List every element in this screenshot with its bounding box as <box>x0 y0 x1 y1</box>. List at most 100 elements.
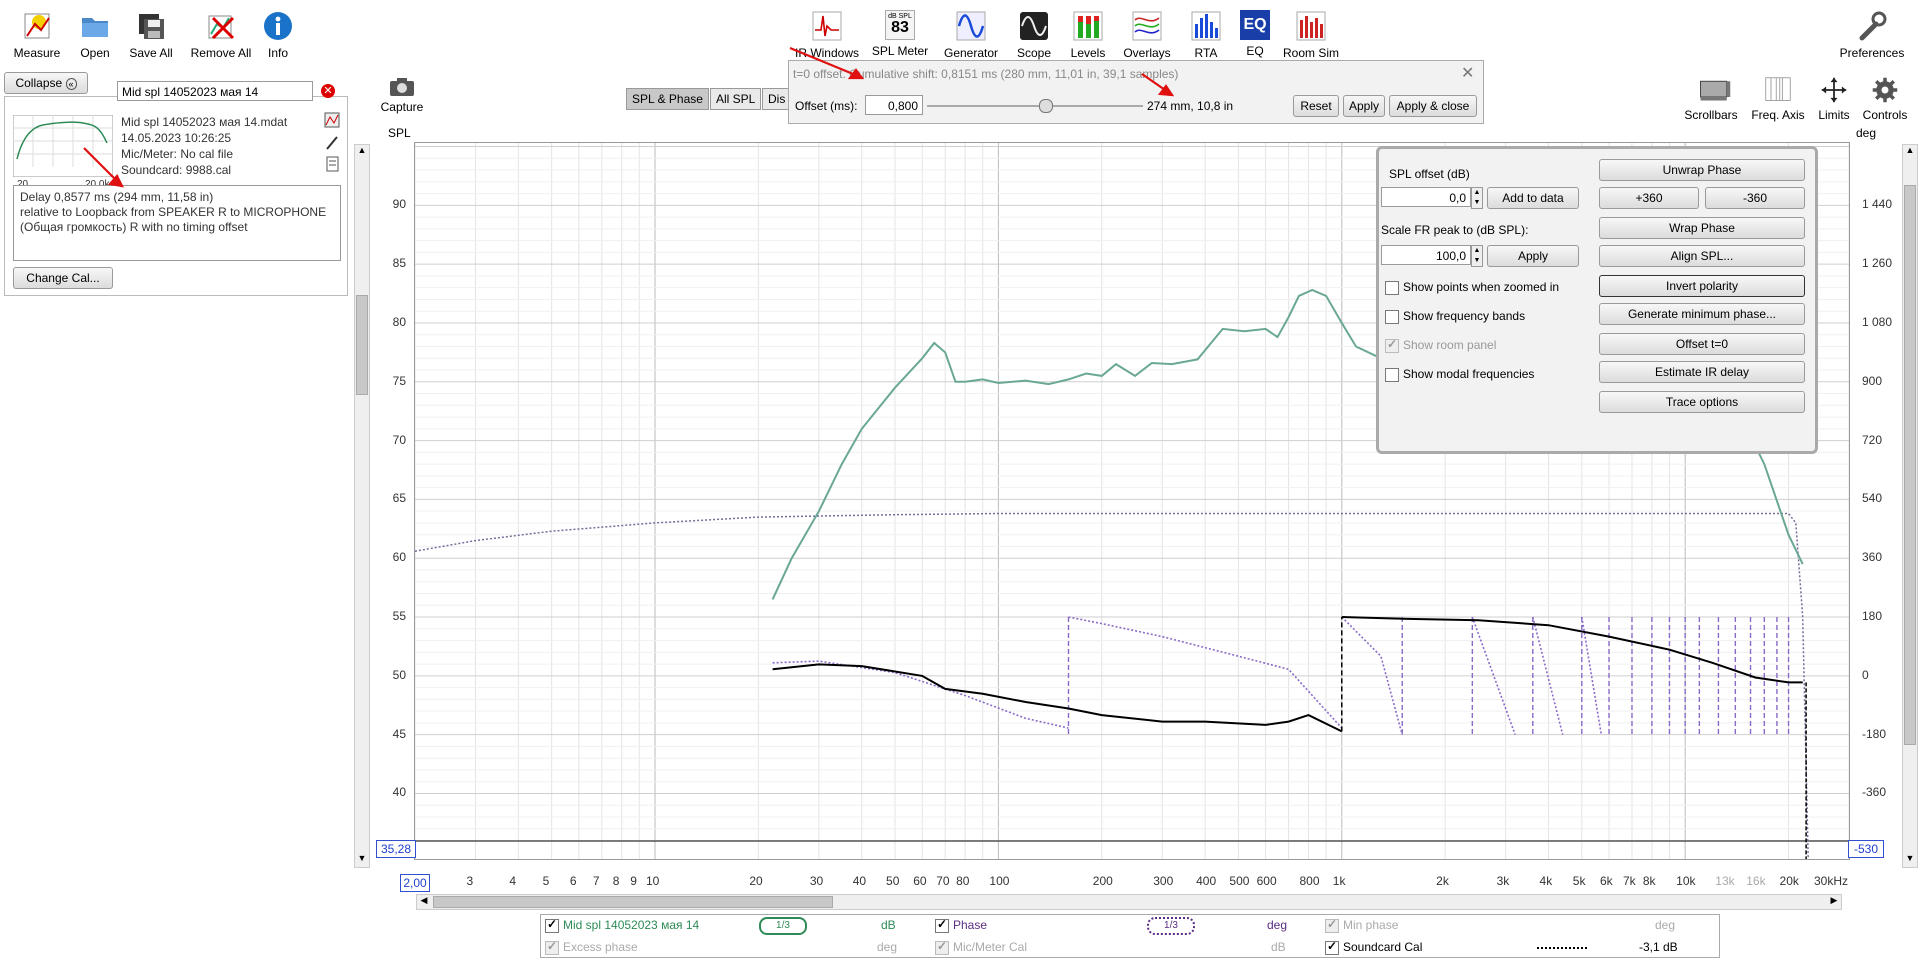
arrow-up-icon[interactable]: ▲ <box>355 145 369 159</box>
legend-min-phase-checkbox[interactable] <box>1325 917 1339 933</box>
spl-offset-input[interactable]: 0,0 <box>1381 187 1471 207</box>
minus-360-button[interactable]: -360 <box>1705 187 1805 209</box>
offset-ms-input[interactable]: 0,800 <box>865 95 923 115</box>
capture-button[interactable]: Capture <box>376 76 428 114</box>
estimate-ir-delay-button[interactable]: Estimate IR delay <box>1599 361 1805 383</box>
spl-meter-button[interactable]: dB SPL 83 SPL Meter <box>868 10 932 58</box>
offset-t0-button[interactable]: Offset t=0 <box>1599 333 1805 355</box>
x-axis-tick: 600 <box>1256 874 1277 888</box>
left-vertical-scrollbar[interactable]: ▲ ▼ <box>354 144 370 868</box>
close-icon[interactable]: ✕ <box>1461 63 1474 83</box>
left-axis-tick: 45 <box>392 726 406 741</box>
spectrum-icon[interactable] <box>324 112 340 128</box>
change-cal-button[interactable]: Change Cal... <box>13 267 113 289</box>
reset-button[interactable]: Reset <box>1293 95 1339 117</box>
ir-windows-button[interactable]: IR Windows <box>792 10 862 60</box>
limits-button[interactable]: Limits <box>1812 76 1856 122</box>
x-axis-tick: 7k <box>1622 874 1636 888</box>
ir-windows-icon <box>812 11 842 41</box>
apply-button[interactable]: Apply <box>1343 95 1385 117</box>
smoothing-selector[interactable]: 1/3 <box>759 917 807 935</box>
folder-icon <box>82 18 108 37</box>
phase-smoothing-selector[interactable]: 1/3 <box>1147 917 1195 935</box>
controls-panel: SPL offset (dB) 0,0 ▲ ▼ Add to data Scale… <box>1376 146 1818 454</box>
controls-button[interactable]: Controls <box>1858 76 1912 122</box>
soundcard-cal-status: Soundcard: 9988.cal <box>121 163 232 177</box>
offset-slider[interactable] <box>927 99 1143 113</box>
x-axis-tick: 4k <box>1539 874 1553 888</box>
scope-button[interactable]: Scope <box>1012 10 1056 60</box>
x-axis-tick: 3 <box>466 874 474 888</box>
pen-icon[interactable] <box>326 136 338 150</box>
arrow-up-icon[interactable]: ▲ <box>1903 145 1917 159</box>
tab-all-spl[interactable]: All SPL <box>710 88 762 110</box>
wrap-phase-button[interactable]: Wrap Phase <box>1599 217 1805 239</box>
show-modal-checkbox[interactable] <box>1385 368 1399 382</box>
remove-all-button[interactable]: Remove All <box>188 10 254 60</box>
close-icon[interactable]: ✕ <box>321 84 335 98</box>
legend-excess-phase-checkbox[interactable] <box>545 939 559 955</box>
right-axis-tick: 1 260 <box>1862 256 1893 271</box>
legend-spl-checkbox[interactable] <box>545 917 559 933</box>
generator-button[interactable]: Generator <box>940 10 1002 60</box>
show-points-checkbox[interactable] <box>1385 281 1399 295</box>
right-vertical-scrollbar[interactable]: ▲ ▼ <box>1902 144 1918 868</box>
freq-axis-button[interactable]: Freq. Axis <box>1748 76 1808 122</box>
notes-textarea[interactable]: Delay 0,8577 ms (294 mm, 11,58 in) relat… <box>13 185 341 261</box>
x-axis-tick: 30 <box>809 874 824 888</box>
legend-phase-checkbox[interactable] <box>935 917 949 933</box>
generate-min-phase-button[interactable]: Generate minimum phase... <box>1599 303 1805 325</box>
offset-popup: t=0 offset. Cumulative shift: 0,8151 ms … <box>788 60 1484 124</box>
scale-peak-input[interactable]: 100,0 <box>1381 245 1471 265</box>
horizontal-scroll-thumb[interactable] <box>433 896 833 908</box>
open-button[interactable]: Open <box>72 10 118 60</box>
left-axis-ticks: 90 85 80 75 70 65 60 55 50 45 40 <box>370 142 414 858</box>
collapse-button[interactable]: Collapse « <box>4 72 88 94</box>
overlays-button[interactable]: Overlays <box>1120 10 1174 60</box>
legend-soundcard-cal-checkbox[interactable] <box>1325 939 1339 955</box>
eq-button[interactable]: EQ EQ <box>1238 10 1272 58</box>
save-all-button[interactable]: Save All <box>126 10 176 60</box>
plus-360-button[interactable]: +360 <box>1599 187 1699 209</box>
arrow-left-icon[interactable]: ◀ <box>417 895 431 909</box>
room-sim-button[interactable]: Room Sim <box>1280 10 1342 60</box>
tab-distortion[interactable]: Dis <box>762 88 792 110</box>
scale-apply-button[interactable]: Apply <box>1487 245 1579 267</box>
measurement-thumbnail[interactable] <box>13 115 113 177</box>
left-axis-tick: 65 <box>392 491 406 506</box>
left-min-limit-box[interactable]: 35,28 <box>376 840 416 858</box>
right-min-limit-box[interactable]: -530 <box>1848 840 1884 858</box>
arrow-down-icon[interactable]: ▼ <box>355 853 369 867</box>
add-to-data-button[interactable]: Add to data <box>1487 187 1579 209</box>
preferences-button[interactable]: Preferences <box>1836 10 1908 60</box>
measurement-name-input[interactable]: Mid spl 14052023 мая 14 <box>117 81 313 101</box>
left-scroll-thumb[interactable] <box>356 295 368 395</box>
show-bands-checkbox[interactable] <box>1385 310 1399 324</box>
right-scroll-thumb[interactable] <box>1904 185 1916 745</box>
offset-popup-title: t=0 offset. Cumulative shift: 0,8151 ms … <box>793 67 1179 81</box>
legend-mic-cal-checkbox[interactable] <box>935 939 949 955</box>
scale-peak-spinner[interactable]: ▲ ▼ <box>1471 245 1483 267</box>
show-room-checkbox[interactable] <box>1385 337 1399 353</box>
horizontal-scrollbar[interactable]: ◀ ▶ <box>416 894 1842 910</box>
unwrap-phase-button[interactable]: Unwrap Phase <box>1599 159 1805 181</box>
save-icon <box>139 14 164 39</box>
arrow-down-icon[interactable]: ▼ <box>1903 853 1917 867</box>
info-button[interactable]: Info <box>262 10 294 60</box>
rta-button[interactable]: RTA <box>1188 10 1224 60</box>
x-axis-tick: 6 <box>569 874 577 888</box>
tab-spl-phase[interactable]: SPL & Phase <box>626 88 709 110</box>
spl-offset-spinner[interactable]: ▲ ▼ <box>1471 187 1483 209</box>
x-axis-tick: 20 <box>749 874 763 888</box>
measure-button[interactable]: Measure <box>12 10 62 60</box>
arrow-right-icon[interactable]: ▶ <box>1827 895 1841 909</box>
scrollbars-button[interactable]: Scrollbars <box>1680 76 1742 122</box>
invert-polarity-button[interactable]: Invert polarity <box>1599 275 1805 297</box>
apply-close-button[interactable]: Apply & close <box>1389 95 1477 117</box>
offset-slider-thumb[interactable] <box>1039 99 1054 113</box>
document-icon[interactable] <box>326 156 339 172</box>
trace-options-button[interactable]: Trace options <box>1599 391 1805 413</box>
align-spl-button[interactable]: Align SPL... <box>1599 245 1805 267</box>
right-axis-tick: -180 <box>1862 726 1887 741</box>
levels-button[interactable]: Levels <box>1066 10 1110 60</box>
